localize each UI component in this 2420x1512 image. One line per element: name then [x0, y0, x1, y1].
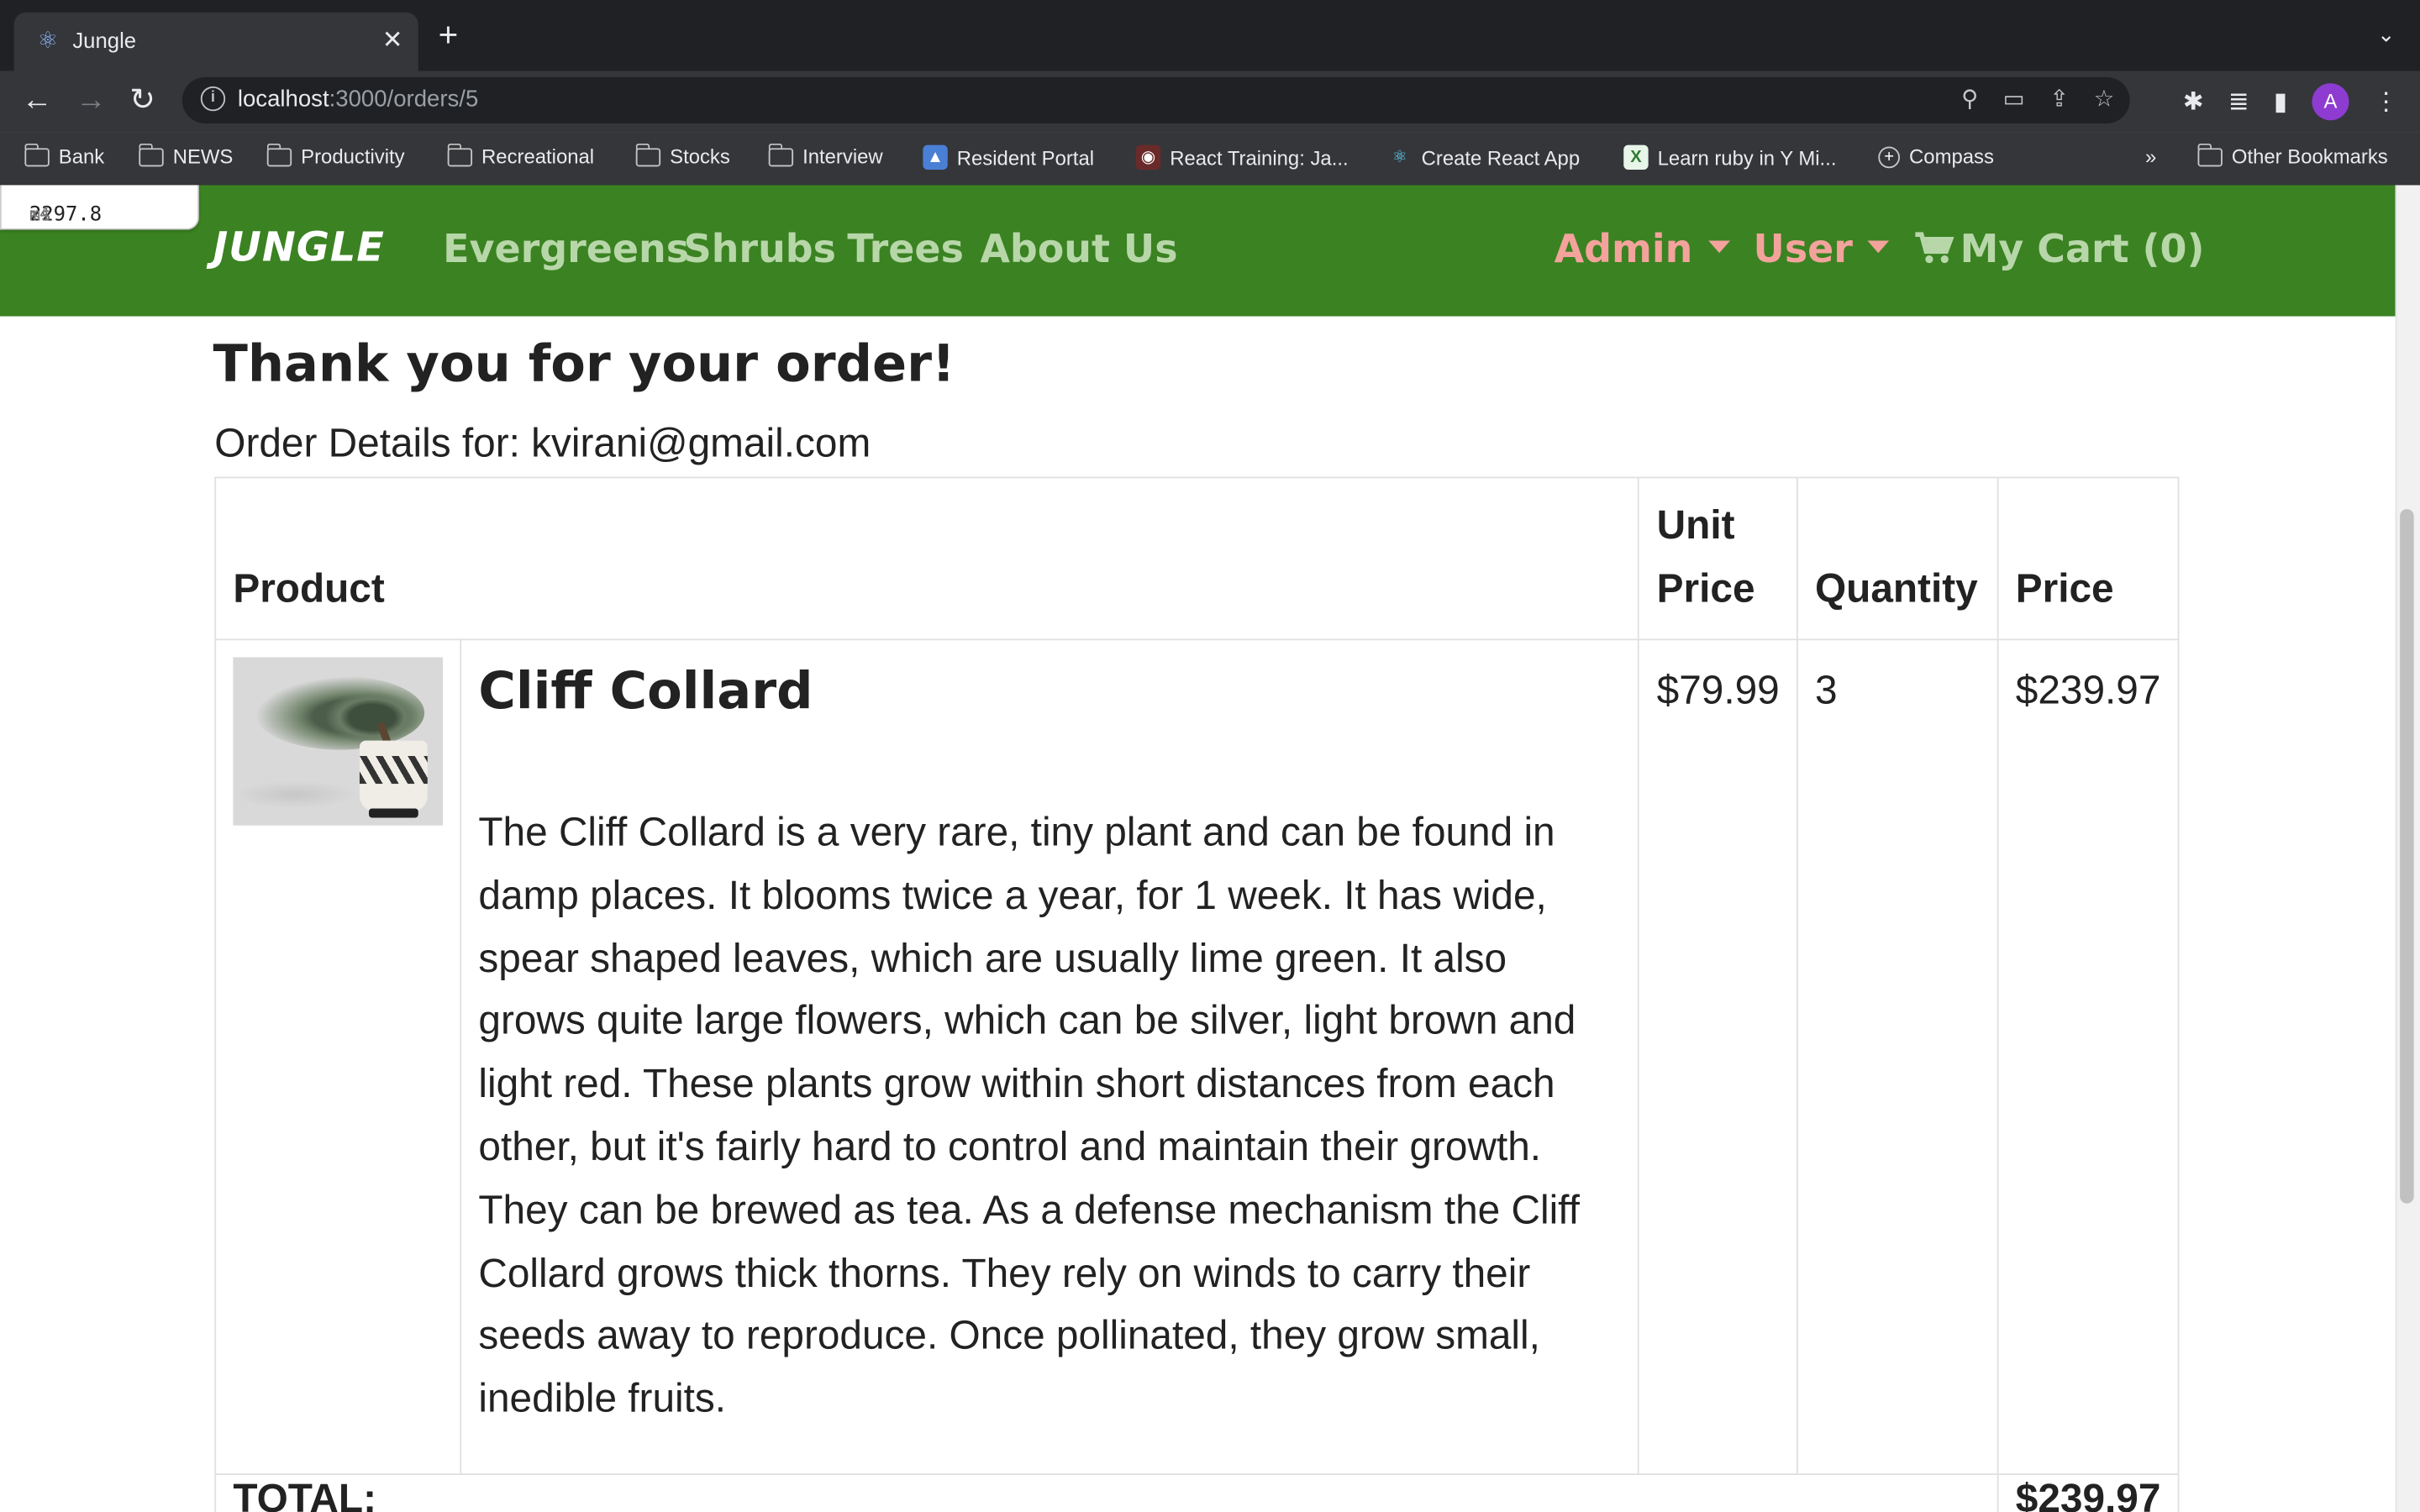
- product-name[interactable]: Cliff Collard: [478, 659, 1621, 723]
- browser-toolbar: ← → ↻ i localhost:3000/orders/5 ⚲ ▭ ⇪ ☆ …: [0, 71, 2420, 133]
- nav-about-us[interactable]: About Us: [980, 227, 1177, 271]
- bookmark-stocks[interactable]: Stocks: [634, 142, 730, 168]
- folder-icon: [446, 142, 473, 166]
- star-icon[interactable]: ☆: [2094, 85, 2115, 113]
- nav-evergreens[interactable]: Evergreens: [443, 227, 689, 271]
- total-row: TOTAL: $239.97: [214, 1473, 2180, 1512]
- header-unit-price: Unit Price: [1638, 476, 1798, 641]
- order-details-line: Order Details for: kvirani@gmail.com: [214, 419, 871, 466]
- forward-icon[interactable]: →: [76, 83, 107, 117]
- user-dropdown[interactable]: User: [1754, 227, 1891, 271]
- product-image-cell: [214, 638, 462, 1475]
- extensions-icon[interactable]: ✱: [2183, 87, 2204, 118]
- react-icon: ⚛: [1392, 148, 1407, 167]
- cart-link[interactable]: My Cart (0): [1914, 227, 2204, 271]
- share-icon[interactable]: ⇪: [2049, 85, 2069, 113]
- nav-shrubs[interactable]: Shrubs: [684, 227, 836, 271]
- brand-logo[interactable]: JUNGLE: [213, 225, 384, 271]
- close-tab-icon[interactable]: ✕: [382, 24, 403, 55]
- bookmark-create-react-app[interactable]: ⚛ Create React App: [1387, 145, 1580, 170]
- header-price: Price: [1996, 476, 2180, 641]
- perf-timing-badge: 2297.8 ms ×4: [0, 185, 199, 230]
- profile-avatar[interactable]: A: [2312, 83, 2349, 121]
- page-scrollbar-thumb[interactable]: [2400, 509, 2414, 1204]
- product-description: The Cliff Collard is a very rare, tiny p…: [478, 808, 1580, 1421]
- back-icon[interactable]: ←: [22, 83, 53, 117]
- folder-icon: [266, 142, 292, 166]
- header-product: Product: [214, 476, 1640, 641]
- total-value: $239.97: [1996, 1473, 2180, 1512]
- folder-icon: [2196, 142, 2223, 166]
- folder-icon: [634, 142, 661, 166]
- new-tab-icon[interactable]: +: [439, 18, 459, 52]
- cart-icon: [1915, 232, 1954, 264]
- order-table: Product Unit Price Quantity Price Cliff C…: [214, 476, 2180, 1512]
- reload-icon[interactable]: ↻: [129, 83, 155, 117]
- bookmark-other[interactable]: Other Bookmarks: [2196, 142, 2388, 168]
- react-icon: ⚛: [37, 28, 59, 55]
- bookmark-resident-portal[interactable]: ▲ Resident Portal: [923, 144, 1094, 171]
- bookmarks-bar: Bank NEWS Productivity Recreational Stoc…: [0, 132, 2420, 187]
- bookmark-interview[interactable]: Interview: [767, 142, 883, 168]
- bookmark-learn-ruby[interactable]: X Learn ruby in Y Mi...: [1623, 144, 1836, 171]
- zoom-icon[interactable]: ⚲: [1961, 85, 1978, 113]
- total-label: TOTAL:: [214, 1473, 1999, 1512]
- page-title: Thank you for your order!: [213, 333, 955, 394]
- url-text[interactable]: localhost:3000/orders/5: [238, 87, 478, 113]
- bookmark-recreational[interactable]: Recreational: [446, 142, 594, 168]
- browser-tab-strip: ⚛ Jungle ✕ + ⌄: [0, 0, 2420, 71]
- address-bar[interactable]: i localhost:3000/orders/5 ⚲ ▭ ⇪ ☆: [182, 76, 2130, 123]
- media-icon[interactable]: ≣: [2228, 87, 2249, 118]
- menu-icon[interactable]: ⋮: [2374, 87, 2398, 118]
- folder-icon: [767, 142, 794, 166]
- unit-price-cell: $79.99: [1638, 638, 1798, 1475]
- bookmark-compass[interactable]: + Compass: [1878, 145, 1994, 168]
- card-icon[interactable]: ▭: [2003, 85, 2025, 113]
- product-image[interactable]: [233, 657, 444, 826]
- side-panel-icon[interactable]: ▮: [2274, 87, 2287, 118]
- header-quantity: Quantity: [1796, 476, 1999, 641]
- price-cell: $239.97: [1996, 638, 2180, 1475]
- drive-icon: ▲: [923, 144, 948, 171]
- bookmark-react-training[interactable]: ◉ React Training: Ja...: [1135, 144, 1349, 171]
- site-navbar: JUNGLE Evergreens Shrubs Trees About Us …: [0, 185, 2396, 317]
- table-header-row: Product Unit Price Quantity Price: [214, 476, 2180, 641]
- tab-title: Jungle: [72, 28, 137, 53]
- browser-tab[interactable]: ⚛ Jungle ✕: [13, 12, 418, 71]
- x-icon: X: [1623, 144, 1649, 171]
- bookmark-productivity[interactable]: Productivity: [266, 142, 405, 168]
- compass-icon: +: [1878, 145, 1901, 168]
- tab-search-icon[interactable]: ⌄: [2377, 22, 2396, 48]
- bookmark-bank[interactable]: Bank: [24, 142, 104, 168]
- bookmark-news[interactable]: NEWS: [138, 142, 233, 168]
- folder-icon: [138, 142, 164, 166]
- table-row: Cliff Collard The Cliff Collard is a ver…: [214, 638, 2180, 1475]
- site-info-icon[interactable]: i: [200, 86, 226, 112]
- caret-down-icon: [1868, 240, 1891, 254]
- bookmarks-overflow-button[interactable]: »: [2145, 145, 2156, 169]
- folder-icon: [24, 142, 50, 166]
- caret-down-icon: [1707, 240, 1730, 254]
- eye-icon: ◉: [1135, 144, 1161, 171]
- nav-trees[interactable]: Trees: [847, 227, 964, 271]
- product-details-cell: Cliff Collard The Cliff Collard is a ver…: [460, 638, 1640, 1475]
- admin-dropdown[interactable]: Admin: [1555, 227, 1730, 271]
- quantity-cell: 3: [1796, 638, 1999, 1475]
